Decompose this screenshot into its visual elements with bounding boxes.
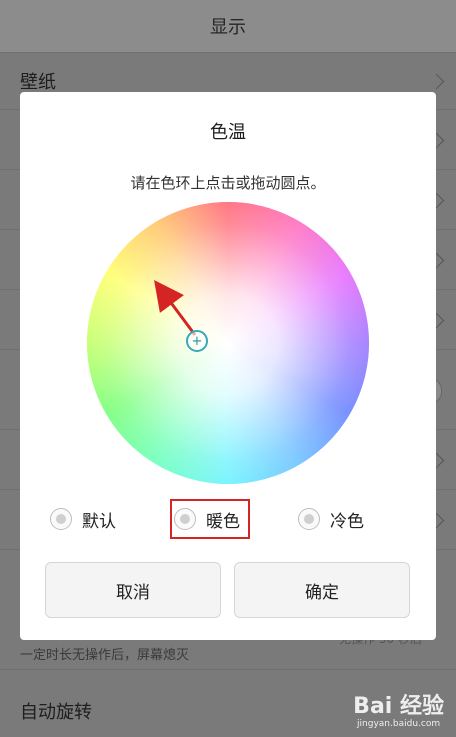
radio-default[interactable]: 默认 [50, 504, 116, 534]
dialog-hint: 请在色环上点击或拖动圆点。 [130, 174, 326, 192]
confirm-button[interactable]: 确定 [234, 562, 410, 618]
cancel-button[interactable]: 取消 [45, 562, 221, 618]
color-selector-handle[interactable]: + [186, 330, 208, 352]
dialog-title: 色温 [210, 122, 246, 143]
watermark-text: Bai 经验 [353, 694, 444, 719]
radio-circle-icon [298, 508, 320, 530]
page-title: 显示 [0, 0, 456, 53]
plus-icon: + [191, 333, 203, 349]
color-wheel[interactable]: + [87, 202, 369, 484]
watermark-url: jingyan.baidu.com [357, 719, 441, 729]
watermark-logo: Bai 经验 jingyan.baidu.com [353, 696, 444, 729]
radio-cool-label: 冷色 [330, 511, 364, 532]
radio-circle-icon [50, 508, 72, 530]
chevron-right-icon [428, 73, 445, 90]
wallpaper-label: 壁纸 [20, 72, 56, 93]
radio-cool[interactable]: 冷色 [298, 504, 364, 534]
color-temperature-dialog: 色温 请在色环上点击或拖动圆点。 + 默认 暖色 冷色 取消 确定 [20, 92, 436, 640]
sleep-description: 一定时长无操作后，屏幕熄灭 [20, 648, 190, 663]
auto-rotate-label: 自动旋转 [20, 702, 92, 723]
annotation-highlight-box [170, 499, 250, 539]
radio-default-label: 默认 [82, 511, 116, 532]
annotation-arrow [154, 279, 197, 336]
